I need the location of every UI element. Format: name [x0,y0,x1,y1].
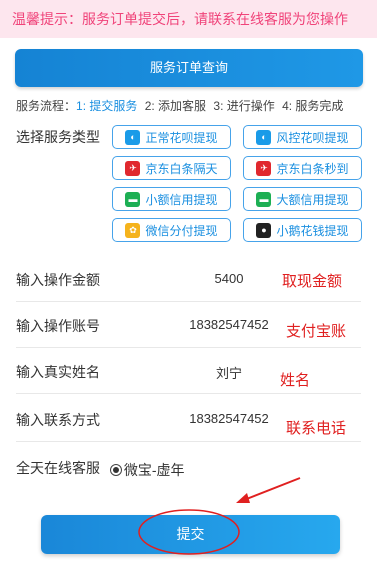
contact-label: 输入联系方式 [16,412,100,428]
service-option-label: 大额信用提现 [276,192,349,207]
amount-label: 输入操作金额 [16,272,100,288]
annotation-account: 支付宝账 [286,323,347,340]
submit-button[interactable]: 提交 [41,515,340,554]
service-option-label: 微信分付提现 [145,223,218,238]
jd-icon: ✈ [125,160,141,176]
service-option-huabei-normal[interactable]: ◐ 正常花呗提现 [112,125,231,149]
account-input[interactable]: 18382547452 [164,317,294,332]
service-option-jd-next-day[interactable]: ✈ 京东白条隔天 [112,156,231,180]
service-option-penguin[interactable]: ● 小鹅花钱提现 [243,218,362,242]
service-option-label: 小鹅花钱提现 [276,223,349,238]
amount-input[interactable]: 5400 [164,271,294,286]
jd-icon: ✈ [256,160,272,176]
flow-step-operate: 3: 进行操作 [213,99,275,113]
notice-banner: 温馨提示：服务订单提交后，请联系在线客服为您操作 [0,0,377,38]
annotation-amount: 取现金额 [282,273,343,290]
flow-title: 服务流程： [16,99,77,113]
customer-service-option: 微宝-虚年 [123,462,185,478]
radio-selected-icon [109,464,122,476]
annotation-name: 姓名 [280,372,311,389]
flow-step-complete: 4: 服务完成 [282,99,344,113]
annotation-contact: 联系电话 [286,420,347,437]
huabei-icon: ◐ [125,129,141,145]
service-option-large-credit[interactable]: ▬ 大额信用提现 [243,187,362,211]
service-type-label: 选择服务类型 [16,129,100,145]
service-option-wechat-fenfu[interactable]: ✿ 微信分付提现 [112,218,231,242]
service-option-small-credit[interactable]: ▬ 小额信用提现 [112,187,231,211]
order-query-button[interactable]: 服务订单查询 [15,49,363,87]
service-option-label: 小额信用提现 [145,192,218,207]
card-icon: ▬ [125,191,141,207]
contact-input[interactable]: 18382547452 [164,411,294,426]
wechat-pay-icon: ✿ [125,222,141,238]
name-input[interactable]: 刘宁 [164,363,294,382]
service-option-jd-instant[interactable]: ✈ 京东白条秒到 [243,156,362,180]
flow-step-submit: 1: 提交服务 [76,99,138,113]
arrow-head-icon [236,493,250,503]
customer-service-row: 全天在线客服 微宝-虚年 [16,458,185,480]
service-option-label: 京东白条秒到 [276,161,349,176]
customer-service-label: 全天在线客服 [16,460,100,476]
name-label: 输入真实姓名 [16,364,100,380]
huabei-icon: ◐ [256,129,272,145]
service-flow: 服务流程：1: 提交服务 2: 添加客服 3: 进行操作 4: 服务完成 [16,97,347,114]
account-label: 输入操作账号 [16,318,100,334]
service-option-label: 风控花呗提现 [276,130,349,145]
service-option-label: 京东白条隔天 [145,161,218,176]
flow-step-add-cs: 2: 添加客服 [144,99,207,113]
service-option-label: 正常花呗提现 [145,130,218,145]
penguin-icon: ● [256,222,272,238]
customer-service-radio[interactable]: 微宝-虚年 [109,460,185,480]
service-option-huabei-risk[interactable]: ◐ 风控花呗提现 [243,125,362,149]
card-icon: ▬ [256,191,272,207]
arrow-line [243,477,301,501]
